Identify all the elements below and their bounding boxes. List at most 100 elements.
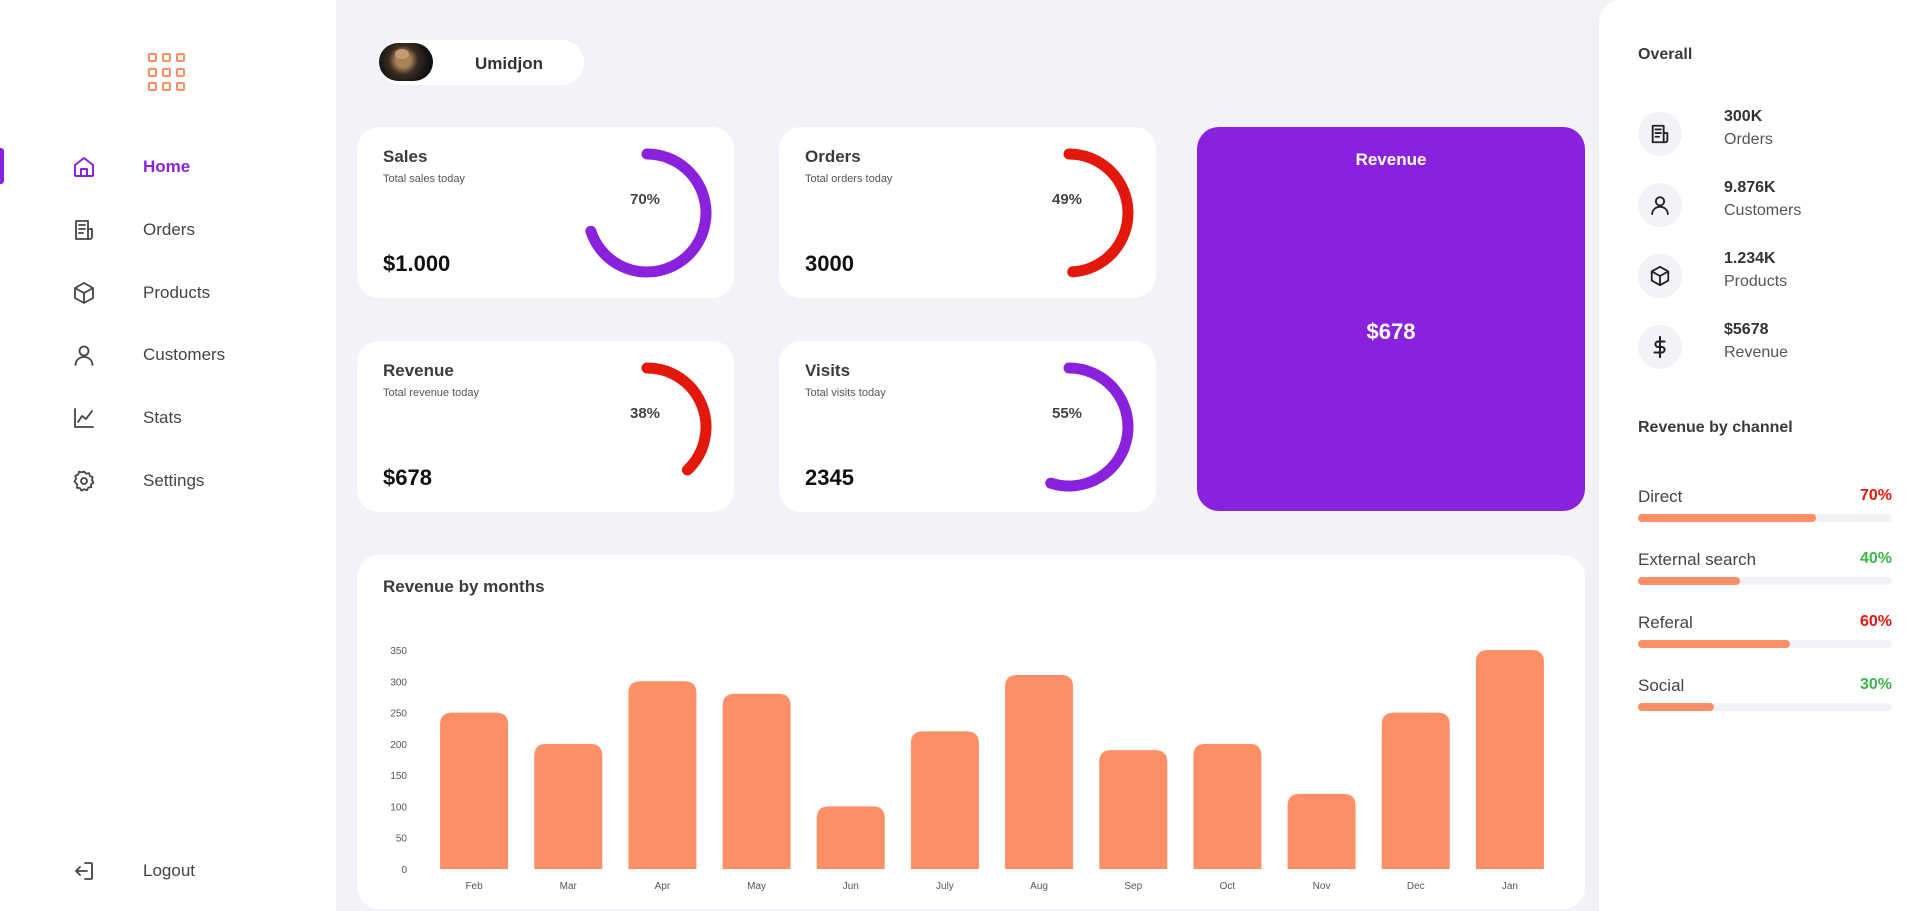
channel-label: Social — [1638, 676, 1685, 695]
stat-label: Customers — [1724, 202, 1802, 219]
y-tick-label: 350 — [390, 646, 407, 657]
channel-external-search: External search 40% — [1638, 550, 1892, 590]
card-title: Revenue — [383, 361, 454, 380]
sales-card: Sales Total sales today $1.000 70% — [357, 127, 734, 298]
bar-jun[interactable] — [816, 806, 885, 869]
stat-value: 9.876K — [1724, 179, 1776, 196]
bar-apr[interactable] — [628, 681, 697, 869]
bar-sep[interactable] — [1099, 750, 1168, 869]
box-icon — [1638, 254, 1682, 298]
stat-label: Products — [1724, 273, 1788, 290]
revenue-card-value: $678 — [1366, 319, 1416, 344]
avatar — [379, 43, 433, 81]
visits-card: Visits Total visits today 2345 55% — [779, 341, 1156, 512]
card-title: Orders — [805, 147, 861, 166]
sidebar: Home Orders Products Customers Stats Set… — [0, 0, 336, 911]
grid-apps-icon[interactable] — [148, 53, 187, 92]
user-profile[interactable]: Umidjon — [379, 40, 584, 85]
overall-products: 1.234K Products — [1638, 250, 1898, 298]
y-tick-label: 50 — [396, 834, 408, 845]
gear-icon — [73, 470, 95, 492]
logout-label: Logout — [143, 861, 195, 880]
stat-label: Revenue — [1724, 344, 1789, 361]
home-icon — [74, 157, 94, 177]
bar-jan[interactable] — [1475, 650, 1544, 869]
card-percent: 55% — [1052, 405, 1083, 422]
card-title: Sales — [383, 147, 428, 166]
revenue-highlight-card: Revenue $678 — [1197, 127, 1585, 511]
stat-value: 300K — [1724, 108, 1763, 125]
channel-progress-track — [1638, 640, 1892, 648]
stat-value: $5678 — [1724, 321, 1769, 338]
progress-arc — [585, 148, 712, 278]
channel-label: Direct — [1638, 487, 1683, 506]
channel-percent: 60% — [1859, 613, 1892, 630]
receipt-icon — [1638, 112, 1682, 156]
sidebar-item-products[interactable]: Products — [0, 273, 336, 313]
x-tick-label: Sep — [1124, 881, 1142, 892]
sidebar-item-settings[interactable]: Settings — [0, 461, 336, 501]
y-tick-label: 250 — [390, 709, 407, 720]
progress-arc — [1063, 148, 1134, 278]
channel-progress-track — [1638, 577, 1892, 585]
x-tick-label: Aug — [1030, 881, 1048, 892]
channel-progress-fill — [1638, 577, 1740, 585]
card-percent: 70% — [630, 191, 661, 208]
card-subtitle: Total orders today — [805, 173, 893, 185]
bar-oct[interactable] — [1193, 743, 1262, 869]
card-subtitle: Total visits today — [805, 387, 886, 399]
bar-aug[interactable] — [1005, 675, 1074, 869]
receipt-icon — [75, 220, 93, 240]
x-tick-label: Feb — [465, 881, 483, 892]
sidebar-item-stats[interactable]: Stats — [0, 398, 336, 438]
logout-button[interactable]: Logout — [0, 851, 336, 891]
x-tick-label: Jan — [1502, 881, 1518, 892]
bar-july[interactable] — [910, 731, 979, 869]
channel-direct: Direct 70% — [1638, 487, 1892, 527]
x-tick-label: Mar — [560, 881, 578, 892]
stat-value: 1.234K — [1724, 250, 1776, 267]
sidebar-item-home[interactable]: Home — [0, 147, 336, 187]
y-tick-label: 200 — [390, 740, 407, 751]
card-value: $1.000 — [383, 251, 451, 276]
overall-title: Overall — [1638, 46, 1693, 63]
bar-nov[interactable] — [1287, 793, 1356, 869]
x-tick-label: Nov — [1313, 881, 1331, 892]
sidebar-item-orders[interactable]: Orders — [0, 210, 336, 250]
sidebar-item-label: Stats — [143, 408, 182, 427]
card-value: 3000 — [805, 251, 854, 276]
sales-progress-ring — [585, 148, 712, 278]
overall-orders: 300K Orders — [1638, 108, 1898, 156]
channels-title: Revenue by channel — [1638, 419, 1793, 436]
channel-label: Referal — [1638, 613, 1693, 632]
y-tick-label: 100 — [390, 802, 407, 813]
channel-progress-fill — [1638, 514, 1816, 522]
card-value: 2345 — [805, 465, 854, 490]
card-subtitle: Total sales today — [383, 173, 465, 185]
channel-progress-track — [1638, 514, 1892, 522]
dollar-icon — [1638, 325, 1682, 369]
card-percent: 38% — [630, 405, 661, 422]
sidebar-item-label: Settings — [143, 471, 205, 490]
bar-feb[interactable] — [440, 712, 509, 869]
overall-customers: 9.876K Customers — [1638, 179, 1898, 227]
box-icon — [74, 282, 94, 304]
revenue-card-title: Revenue — [1355, 150, 1427, 169]
x-tick-label: Oct — [1220, 881, 1236, 892]
sidebar-item-label: Customers — [143, 345, 226, 364]
channel-percent: 40% — [1859, 550, 1892, 567]
logout-icon — [75, 862, 93, 880]
channel-progress-fill — [1638, 703, 1715, 711]
x-tick-label: Dec — [1407, 881, 1425, 892]
bar-mar[interactable] — [534, 743, 603, 869]
progress-arc — [1045, 362, 1134, 492]
bar-may[interactable] — [722, 693, 791, 869]
channel-percent: 30% — [1859, 676, 1892, 693]
channel-progress-track — [1638, 703, 1892, 711]
y-tick-label: 0 — [401, 865, 407, 876]
sidebar-item-customers[interactable]: Customers — [0, 335, 336, 375]
sidebar-item-label: Home — [143, 157, 191, 176]
x-tick-label: May — [747, 881, 766, 892]
bar-dec[interactable] — [1381, 712, 1450, 869]
revenue-by-months-card: Revenue by months 0 50 100 150 200 250 300 350 F… — [357, 555, 1585, 909]
